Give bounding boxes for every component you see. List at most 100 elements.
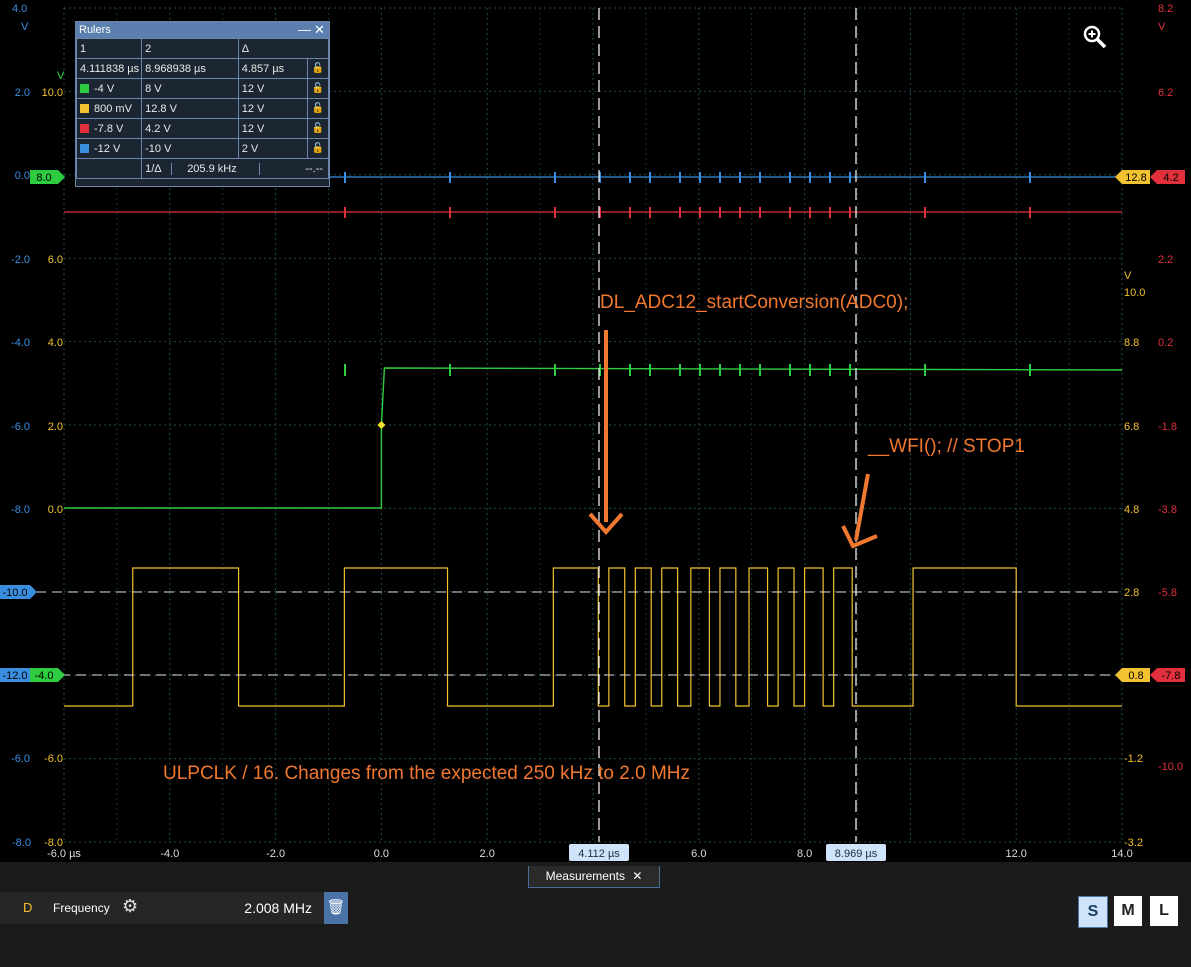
ch-yellow-r2: 12.8 V [141,98,239,119]
freq-label: 1/Δ [142,162,173,175]
axis-tick-label: 4.0 [48,337,63,349]
measurement-channel: D [23,900,33,915]
yellow-swatch [80,103,89,113]
rulers-header-delta: Δ [237,38,330,59]
axis-tick-label: -10.0 [1158,761,1183,773]
axis-tick-label: -8.0 [11,504,30,516]
red-offset-marker-2-label: -7.8 [1162,670,1181,682]
view-l-button[interactable]: L [1150,896,1178,926]
axis-tick-label: 2.0 [48,421,63,433]
axis-tick-label: -1.2 [1124,753,1143,765]
ch-green-r2: 8 V [141,78,239,99]
annotation-ulpclk: ULPCLK / 16. Changes from the expected 2… [163,763,690,784]
x-tick-label: 0.0 [374,848,389,860]
rulers-table: 1 2 Δ 4.111838 µs 8.968938 µs 4.857 µs 🔓… [75,38,330,179]
rulers-header-2: 2 [141,38,239,59]
annotation-wfi: __WFI(); // STOP1 [867,436,1025,457]
ch-green-delta: 12 V [237,78,309,99]
ruler-label-2: 8.969 µs [835,848,878,860]
axis-unit-label: V [1124,270,1132,282]
ch-blue-r2: -10 V [141,138,239,159]
axis-tick-label: 8.2 [1158,3,1173,15]
ruler1-time: 4.111838 µs [75,58,143,79]
red-offset-marker-label: 4.2 [1163,172,1178,184]
axis-tick-label: -6.0 [11,421,30,433]
axis-tick-label: 10.0 [42,87,63,99]
measurement-row[interactable]: D Frequency ⚙ 2.008 MHz [0,892,348,924]
axis-tick-label: 8.8 [1124,337,1139,349]
view-s-button[interactable]: S [1078,896,1108,928]
freq-row: 1/Δ 205.9 kHz --.-- [141,158,329,179]
trigger-marker [377,421,386,429]
axis-tick-label: 4.8 [1124,504,1139,516]
minimize-icon[interactable]: — [298,22,311,37]
x-tick-label: -4.0 [160,848,179,860]
axis-tick-label: -1.8 [1158,421,1177,433]
axis-tick-label: -6.0 [11,753,30,765]
close-icon[interactable]: ✕ [632,869,642,883]
axis-tick-label: 0.2 [1158,337,1173,349]
freq-spacer [75,158,142,179]
x-tick-label: 14.0 [1111,848,1132,860]
axis-tick-label: -5.8 [1158,587,1177,599]
lock-icon[interactable]: 🔓 [307,138,329,159]
rulers-header-1: 1 [75,38,143,59]
red-swatch [80,123,89,133]
x-tick-label: -6.0 µs [47,848,81,860]
ch-blue-delta: 2 V [237,138,309,159]
lock-icon[interactable]: 🔓 [307,118,329,139]
lock-icon[interactable]: 🔓 [307,78,329,99]
close-icon[interactable]: ✕ [314,22,325,37]
ch-blue-r1: -12 V [75,138,143,159]
axis-tick-label: 10.0 [1124,287,1145,299]
lock-icon[interactable]: 🔓 [307,98,329,119]
yellow-offset-marker-2-label: 0.8 [1128,670,1143,682]
freq-value: 205.9 kHz [175,162,261,175]
ch-red-r1: -7.8 V [75,118,143,139]
measurement-name: Frequency [53,901,110,915]
axis-tick-label: -8.0 [12,837,31,849]
zoom-icon[interactable] [1082,24,1108,50]
axis-tick-label: 4.0 [12,3,27,15]
measurements-tab[interactable]: Measurements ✕ [528,866,660,888]
green-offset-marker-label: 8.0 [36,172,51,184]
freq-extra: --.-- [305,162,323,175]
axis-unit-label: V [21,21,29,33]
ruler-delta-time: 4.857 µs [237,58,309,79]
rulers-title: Rulers [79,24,111,36]
x-tick-label: 12.0 [1005,848,1026,860]
axis-tick-label: 2.8 [1124,587,1139,599]
ruler-label-1: 4.112 µs [578,848,620,860]
axis-tick-label: 6.2 [1158,87,1173,99]
x-tick-label: 6.0 [691,848,706,860]
rulers-title-bar[interactable]: Rulers — ✕ [76,22,329,38]
rulers-panel[interactable]: Rulers — ✕ 1 2 Δ 4.111838 µs 8.968938 µs… [75,21,330,187]
yellow-offset-marker-label: 12.8 [1125,172,1146,184]
annotation-adc: DL_ADC12_startConversion(ADC0); [600,292,908,313]
measurements-tab-label: Measurements [545,869,625,883]
measurement-value: 2.008 MHz [244,900,312,916]
view-m-button[interactable]: M [1114,896,1142,926]
trash-icon[interactable]: 🗑 [324,892,348,924]
axis-tick-label: 0.0 [48,504,63,516]
axis-tick-label: 2.2 [1158,254,1173,266]
ch-green-r1: -4 V [75,78,143,99]
axis-tick-label: 6.8 [1124,421,1139,433]
ch-yellow-r1: 800 mV [75,98,143,119]
axis-unit-label: V [57,70,65,82]
axis-tick-label: -2.0 [11,254,30,266]
blue-offset-marker-label: -10.0 [2,587,27,599]
gear-icon[interactable]: ⚙ [122,896,138,917]
axis-tick-label: -3.8 [1158,504,1177,516]
ch-red-r2: 4.2 V [141,118,239,139]
green-swatch [80,83,89,93]
x-tick-label: 8.0 [797,848,812,860]
axis-tick-label: 2.0 [15,87,30,99]
axis-tick-label: -4.0 [11,337,30,349]
blue-offset-marker-2-label: -12.0 [2,670,27,682]
blue-swatch [80,143,89,153]
axis-unit-label: V [1158,21,1166,33]
axis-tick-label: 6.0 [48,254,63,266]
lock-icon[interactable]: 🔓 [307,58,329,79]
ruler2-time: 8.968938 µs [141,58,239,79]
